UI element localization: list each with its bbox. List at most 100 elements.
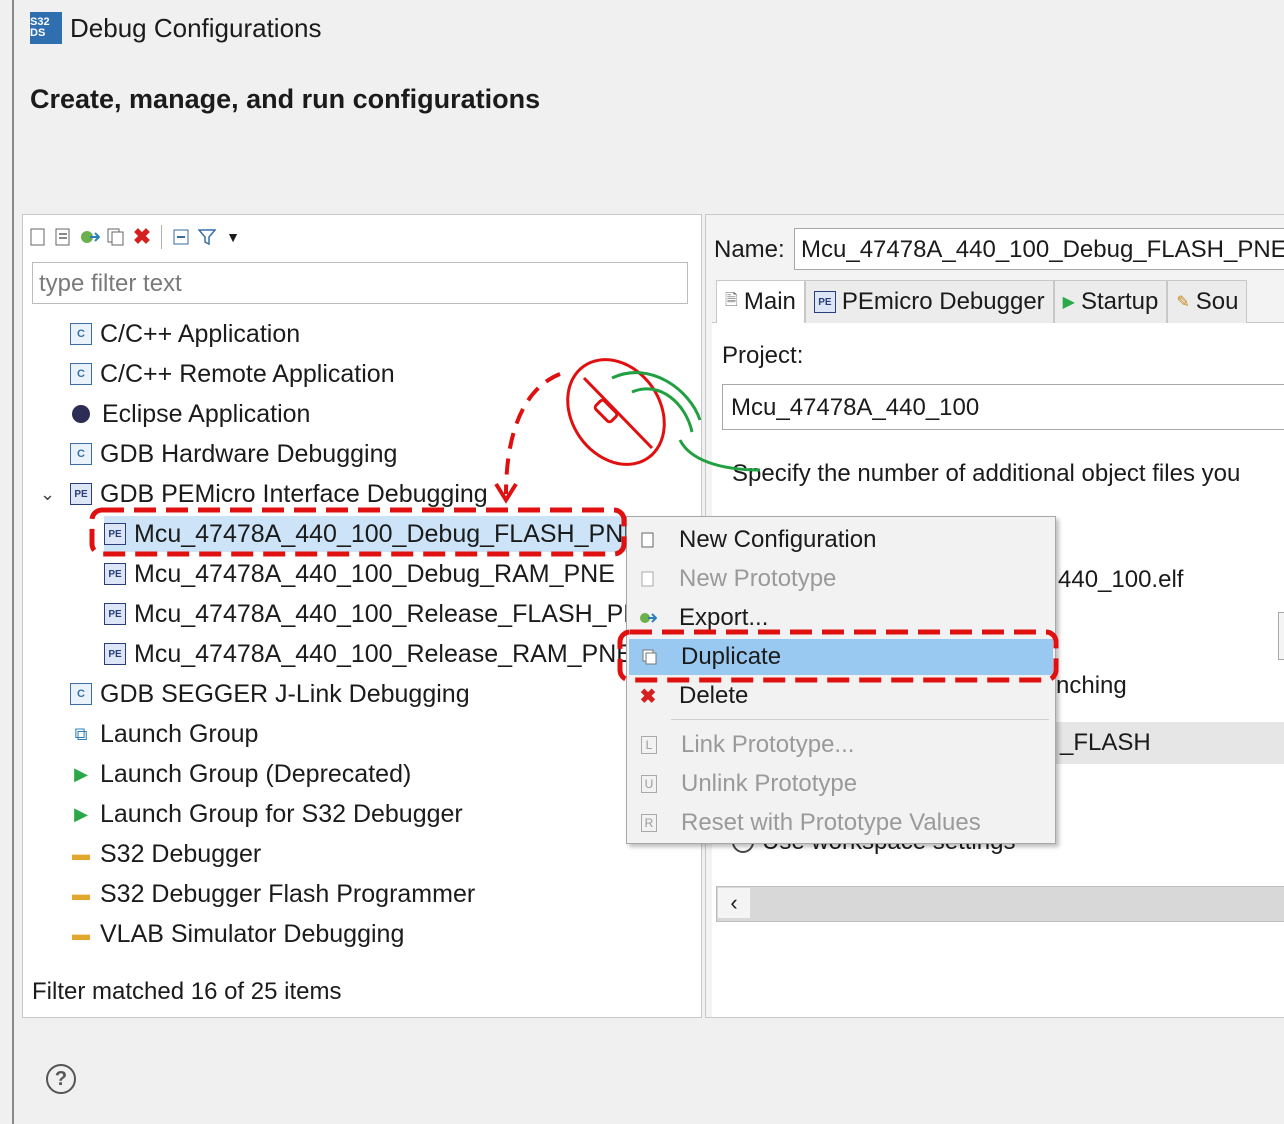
new-config-icon[interactable]	[28, 226, 48, 248]
tree-item-label: GDB SEGGER J-Link Debugging	[100, 679, 470, 708]
tab-pemicro-debugger[interactable]: PE PEmicro Debugger	[804, 280, 1054, 323]
filter-icon[interactable]	[197, 226, 217, 248]
name-field[interactable]: Mcu_47478A_440_100_Debug_FLASH_PNE	[794, 228, 1284, 270]
project-field[interactable]: Mcu_47478A_440_100	[722, 384, 1284, 430]
link-prototype-icon: L	[641, 736, 657, 754]
filter-status-text: Filter matched 16 of 25 items	[32, 978, 342, 1005]
tree-item-gdb-pemicro-debugging[interactable]: PE GDB PEMicro Interface Debugging	[70, 476, 488, 512]
tree-item-launch-group[interactable]: ⧉ Launch Group	[70, 716, 259, 752]
menu-item-reset-prototype[interactable]: R Reset with Prototype Values	[627, 805, 1053, 841]
menu-item-delete[interactable]: ✖ Delete	[627, 678, 1053, 714]
launch-group-icon: ⧉	[74, 723, 88, 744]
tree-item-s32-flash-programmer[interactable]: ▬ S32 Debugger Flash Programmer	[70, 876, 475, 912]
tree-item-label: GDB PEMicro Interface Debugging	[100, 479, 488, 508]
menu-item-new-configuration[interactable]: New Configuration	[627, 522, 1053, 558]
tree-item-release-ram-pne[interactable]: PE Mcu_47478A_440_100_Release_RAM_PNE	[104, 636, 633, 672]
tree-item-debug-ram-pne[interactable]: PE Mcu_47478A_440_100_Debug_RAM_PNE	[104, 556, 615, 592]
pemicro-icon: PE	[813, 291, 836, 313]
tab-label: Startup	[1080, 288, 1159, 315]
collapse-icon[interactable]	[171, 226, 191, 248]
pemicro-icon: PE	[104, 603, 126, 625]
pemicro-icon: PE	[104, 523, 126, 545]
tree-item-launch-group-deprecated[interactable]: ▶ Launch Group (Deprecated)	[70, 756, 411, 792]
unlink-prototype-icon: U	[641, 775, 657, 793]
tab-label: PEmicro Debugger	[841, 288, 1045, 315]
menu-item-label: Export...	[679, 604, 769, 631]
menu-item-link-prototype[interactable]: L Link Prototype...	[627, 727, 1053, 763]
menu-item-unlink-prototype[interactable]: U Unlink Prototype	[627, 766, 1053, 802]
tree-item-debug-flash-pne[interactable]: PE Mcu_47478A_440_100_Debug_FLASH_PNE	[104, 516, 644, 552]
c-config-icon: C	[70, 443, 92, 465]
tab-source[interactable]: ✎ Sou	[1167, 280, 1248, 323]
tree-item-label: Mcu_47478A_440_100_Debug_RAM_PNE	[134, 559, 615, 588]
new-config-icon	[631, 532, 665, 548]
s32ds-app-icon: S32 DS	[30, 12, 62, 44]
menu-item-label: Unlink Prototype	[681, 770, 858, 797]
menu-item-label: Reset with Prototype Values	[681, 809, 981, 836]
tab-main[interactable]: 🗎 Main	[716, 280, 805, 323]
tree-toolbar: ✖ ▼	[28, 220, 243, 254]
s32-debugger-icon: ▬	[72, 883, 90, 904]
tree-item-gdb-hardware-debugging[interactable]: C GDB Hardware Debugging	[70, 436, 397, 472]
browse-button-partial[interactable]	[1278, 612, 1284, 660]
config-tabs: 🗎 Main PE PEmicro Debugger ▶ Startup ✎ Sou	[716, 280, 1248, 323]
new-prototype-icon[interactable]	[54, 226, 74, 248]
menu-item-label: Delete	[679, 682, 749, 709]
dropdown-arrow-icon[interactable]: ▼	[223, 226, 243, 248]
tree-item-label: GDB Hardware Debugging	[100, 439, 398, 468]
source-icon: ✎	[1176, 294, 1190, 311]
c-config-icon: C	[70, 363, 92, 385]
tree-item-label: Launch Group for S32 Debugger	[100, 799, 463, 828]
menu-separator	[671, 719, 1049, 720]
menu-item-duplicate[interactable]: Duplicate	[629, 639, 1053, 675]
reset-prototype-icon: R	[641, 814, 657, 832]
elf-file-field-partial: 440_100.elf	[1058, 566, 1184, 593]
menu-item-label: New Prototype	[679, 565, 837, 592]
s32-debugger-icon: ▬	[72, 843, 90, 864]
tree-item-gdb-segger-jlink[interactable]: C GDB SEGGER J-Link Debugging	[70, 676, 470, 712]
c-config-icon: C	[70, 323, 92, 345]
duplicate-icon[interactable]	[106, 226, 126, 248]
duplicate-icon	[633, 649, 667, 665]
c-config-icon: C	[70, 683, 92, 705]
tree-item-eclipse-application[interactable]: Eclipse Application	[72, 396, 310, 432]
filter-input[interactable]: type filter text	[32, 262, 688, 304]
tab-startup[interactable]: ▶ Startup	[1053, 280, 1168, 323]
pemicro-icon: PE	[104, 643, 126, 665]
tree-item-release-flash-pne[interactable]: PE Mcu_47478A_440_100_Release_FLASH_PNE	[104, 596, 658, 632]
launching-label-partial: nching	[1056, 672, 1127, 699]
tree-item-cpp-application[interactable]: C C/C++ Application	[70, 316, 300, 352]
export-icon[interactable]	[80, 226, 100, 248]
name-label: Name:	[714, 236, 785, 263]
document-icon: 🗎	[725, 291, 738, 309]
tree-item-launch-group-s32[interactable]: ▶ Launch Group for S32 Debugger	[70, 796, 463, 832]
menu-item-new-prototype[interactable]: New Prototype	[627, 561, 1053, 597]
menu-item-label: Duplicate	[681, 643, 782, 670]
export-icon	[631, 610, 665, 626]
menu-item-export[interactable]: Export...	[627, 600, 1053, 636]
context-menu: New Configuration New Prototype Export..…	[626, 516, 1056, 844]
chevron-down-icon[interactable]: ⌄	[40, 484, 55, 505]
tree-item-cpp-remote-application[interactable]: C C/C++ Remote Application	[70, 356, 395, 392]
tree-item-s32-debugger[interactable]: ▬ S32 Debugger	[70, 836, 261, 872]
play-icon: ▶	[74, 763, 88, 784]
dialog-heading: Create, manage, and run configurations	[30, 84, 541, 114]
pemicro-icon: PE	[104, 563, 126, 585]
tree-item-label: C/C++ Application	[100, 319, 301, 348]
tree-item-label: Launch Group (Deprecated)	[100, 759, 412, 788]
new-prototype-icon	[631, 571, 665, 587]
delete-icon: ✖	[639, 685, 657, 708]
eclipse-icon	[72, 405, 90, 423]
window-titlebar: S32 DS Debug Configurations	[30, 8, 322, 48]
toolbar-separator	[161, 225, 162, 249]
object-files-description: Specify the number of additional object …	[732, 460, 1241, 487]
scroll-left-arrow-icon[interactable]: ‹	[718, 888, 750, 918]
delete-icon[interactable]: ✖	[132, 224, 152, 249]
tree-item-label: Mcu_47478A_440_100_Release_RAM_PNE	[134, 639, 633, 668]
tree-item-label: S32 Debugger Flash Programmer	[100, 879, 476, 908]
tree-item-vlab-simulator[interactable]: ▬ VLAB Simulator Debugging	[70, 916, 404, 952]
window-left-border	[12, 0, 14, 1124]
help-icon[interactable]: ?	[46, 1064, 76, 1094]
menu-item-label: Link Prototype...	[681, 731, 855, 758]
horizontal-scrollbar[interactable]	[716, 886, 1284, 922]
